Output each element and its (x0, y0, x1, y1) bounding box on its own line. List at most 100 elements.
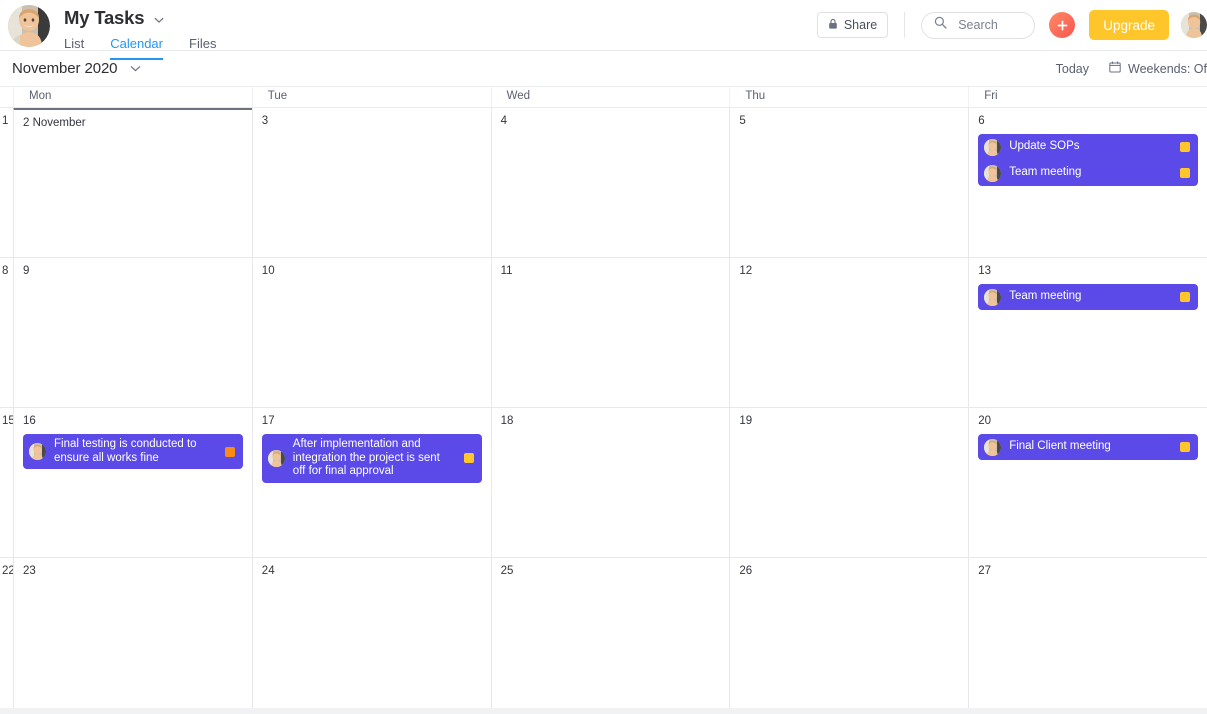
calendar-event[interactable]: Team meeting (978, 160, 1198, 186)
day-cell-fri[interactable]: 20 Final Client meeting (968, 408, 1207, 557)
day-events: Team meeting (978, 284, 1198, 310)
event-status-badge[interactable] (1179, 142, 1190, 152)
calendar-event[interactable]: Final Client meeting (978, 434, 1198, 460)
share-button[interactable]: Share (816, 12, 889, 38)
day-cell-mon[interactable]: 16 Final testing is conducted to ensure a… (13, 408, 252, 557)
user-avatar[interactable] (1181, 12, 1207, 38)
day-number: 2 November (23, 117, 86, 129)
chevron-down-icon[interactable] (153, 14, 164, 25)
day-cell-tue[interactable]: 24 (251, 558, 491, 708)
weekday-header-row: Mon Tue Wed Thu Fri (0, 87, 1207, 108)
day-cell-thu[interactable]: 26 (729, 558, 969, 708)
event-group: Team meeting (978, 284, 1198, 310)
day-cell-wed[interactable]: 25 (490, 558, 730, 708)
day-cell-tue[interactable]: 3 (251, 108, 491, 257)
event-status-badge[interactable] (224, 446, 235, 457)
toolbar-divider (904, 12, 906, 38)
add-button[interactable] (1049, 12, 1076, 38)
event-group: After implementation and integration the… (261, 434, 482, 483)
event-group: Final Client meeting (978, 434, 1198, 460)
day-cell-thu[interactable]: 19 (729, 408, 969, 557)
day-number: 27 (978, 565, 991, 577)
day-number: 25 (500, 565, 514, 577)
day-cell-fri[interactable]: 6 Update SOPs Team meeting (968, 108, 1207, 257)
day-cell-wed[interactable]: 4 (490, 108, 730, 257)
event-title: Team meeting (1009, 290, 1082, 303)
day-cell-thu[interactable]: 5 (729, 108, 969, 257)
weekday-header-fri: Fri (968, 87, 1207, 107)
calendar-event[interactable]: Update SOPs (978, 134, 1198, 160)
day-cell-tue[interactable]: 17 After implementation and integration t… (251, 408, 491, 557)
day-number: 22 (2, 565, 13, 577)
day-number: 1 (2, 115, 9, 127)
search-input[interactable] (956, 17, 1023, 33)
top-bar-left: My Tasks List Calendar Files (0, 0, 216, 60)
calendar-event[interactable]: Team meeting (978, 284, 1198, 310)
event-assignee-avatar-icon (984, 438, 1002, 456)
day-cell-gutter[interactable]: 15 (0, 408, 13, 557)
event-title: Final Client meeting (1009, 440, 1111, 453)
avatar[interactable] (8, 5, 50, 47)
user-avatar-small-icon (1181, 12, 1207, 38)
event-status-badge[interactable] (1179, 168, 1190, 178)
day-number: 15 (2, 415, 13, 427)
user-avatar-icon (8, 5, 50, 47)
today-label: Today (1055, 61, 1090, 76)
day-number: 16 (23, 415, 36, 427)
day-cell-thu[interactable]: 12 (729, 258, 969, 407)
lock-icon (828, 18, 838, 33)
title-row: My Tasks (64, 7, 216, 29)
calendar-week-row: 15 16 Final testing is conducted to ensure… (0, 408, 1207, 558)
share-label: Share (843, 18, 878, 32)
weekday-header-thu: Thu (729, 87, 968, 107)
event-status-badge[interactable] (1179, 292, 1190, 302)
calendar-event[interactable]: After implementation and integration the… (262, 434, 482, 483)
day-number: 24 (261, 565, 275, 577)
day-events: Final Client meeting (978, 434, 1198, 460)
day-number: 6 (978, 115, 985, 127)
search-box[interactable] (921, 11, 1036, 39)
calendar-event[interactable]: Final testing is conducted to ensure all… (23, 434, 243, 469)
event-assignee-avatar-icon (984, 288, 1002, 306)
day-cell-mon[interactable]: 23 (13, 558, 252, 708)
day-cell-mon[interactable]: 2 November (13, 108, 252, 257)
tab-list[interactable]: List (64, 36, 84, 60)
top-bar-right: Share Upgrade (816, 0, 1207, 42)
day-number: 26 (739, 565, 753, 577)
day-cell-gutter[interactable]: 1 (0, 108, 13, 257)
event-assignee-avatar-icon (267, 449, 285, 467)
day-cell-tue[interactable]: 10 (251, 258, 491, 407)
day-number: 20 (978, 415, 991, 427)
calendar-icon (1109, 61, 1121, 76)
day-cell-gutter[interactable]: 22 (0, 558, 13, 708)
today-button[interactable]: Today (1056, 62, 1089, 76)
day-cell-fri[interactable]: 13 Team meeting (968, 258, 1207, 407)
tab-calendar[interactable]: Calendar (110, 36, 163, 60)
search-icon (934, 16, 947, 34)
tab-files[interactable]: Files (189, 36, 216, 60)
day-number: 18 (500, 415, 514, 427)
day-number: 8 (2, 265, 9, 277)
day-number: 4 (500, 115, 507, 127)
day-number: 5 (739, 115, 746, 127)
event-status-badge[interactable] (1179, 442, 1190, 452)
day-number: 9 (23, 265, 30, 277)
day-cell-wed[interactable]: 18 (490, 408, 730, 557)
day-cell-wed[interactable]: 11 (490, 258, 730, 407)
event-group: Final testing is conducted to ensure all… (23, 434, 243, 469)
title-block: My Tasks List Calendar Files (64, 4, 216, 60)
day-cell-gutter[interactable]: 8 (0, 258, 13, 407)
day-events: Final testing is conducted to ensure all… (23, 434, 243, 469)
day-number: 10 (261, 265, 275, 277)
upgrade-button[interactable]: Upgrade (1089, 10, 1169, 40)
page-title: My Tasks (64, 7, 145, 28)
weekends-toggle[interactable]: Weekends: Of (1109, 61, 1207, 76)
event-status-badge[interactable] (463, 453, 474, 464)
day-cell-fri[interactable]: 27 (968, 558, 1207, 708)
day-events: After implementation and integration the… (261, 434, 482, 483)
view-tabs: List Calendar Files (64, 36, 216, 60)
day-cell-mon[interactable]: 9 (13, 258, 252, 407)
weekday-gutter (0, 87, 13, 107)
weekday-header-tue: Tue (251, 87, 491, 107)
month-chevron-down-icon[interactable] (129, 62, 142, 80)
